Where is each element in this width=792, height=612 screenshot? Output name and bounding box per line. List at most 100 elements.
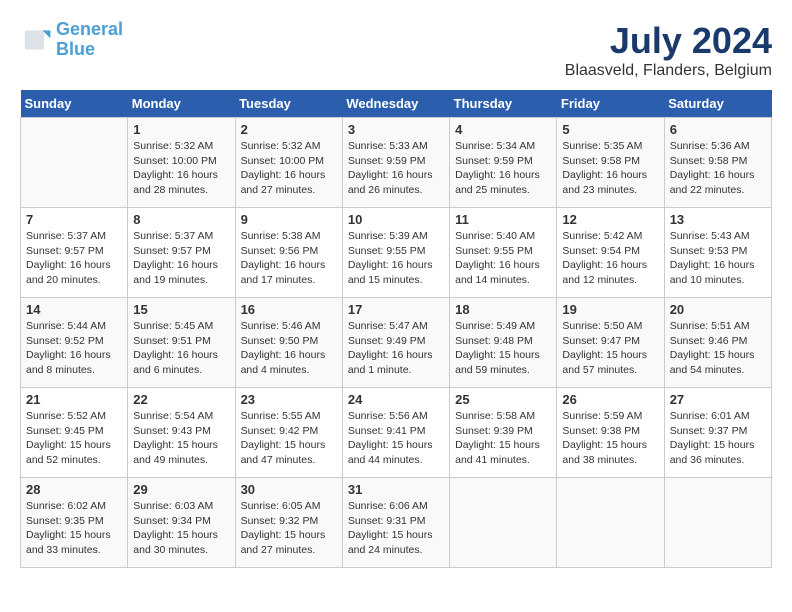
day-number: 18 — [455, 302, 551, 317]
day-info: Sunrise: 5:43 AM Sunset: 9:53 PM Dayligh… — [670, 229, 766, 288]
column-header-tuesday: Tuesday — [235, 90, 342, 118]
calendar-cell: 1 Sunrise: 5:32 AM Sunset: 10:00 PM Dayli… — [128, 118, 235, 208]
calendar-cell: 25 Sunrise: 5:58 AM Sunset: 9:39 PM Dayli… — [450, 388, 557, 478]
calendar-cell — [450, 478, 557, 568]
day-info: Sunrise: 5:45 AM Sunset: 9:51 PM Dayligh… — [133, 319, 229, 378]
calendar-cell: 13 Sunrise: 5:43 AM Sunset: 9:53 PM Dayli… — [664, 208, 771, 298]
day-number: 4 — [455, 122, 551, 137]
day-info: Sunrise: 5:59 AM Sunset: 9:38 PM Dayligh… — [562, 409, 658, 468]
column-header-thursday: Thursday — [450, 90, 557, 118]
location: Blaasveld, Flanders, Belgium — [565, 62, 772, 80]
calendar-cell: 28 Sunrise: 6:02 AM Sunset: 9:35 PM Dayli… — [21, 478, 128, 568]
header: General Blue July 2024 Blaasveld, Flande… — [20, 20, 772, 80]
day-number: 5 — [562, 122, 658, 137]
day-info: Sunrise: 6:01 AM Sunset: 9:37 PM Dayligh… — [670, 409, 766, 468]
day-number: 2 — [241, 122, 337, 137]
calendar-cell: 16Sunrise: 5:46 AM Sunset: 9:50 PM Dayli… — [235, 298, 342, 388]
calendar-week-1: 1 Sunrise: 5:32 AM Sunset: 10:00 PM Dayli… — [21, 118, 772, 208]
day-info: Sunrise: 5:56 AM Sunset: 9:41 PM Dayligh… — [348, 409, 444, 468]
day-info: Sunrise: 5:37 AM Sunset: 9:57 PM Dayligh… — [26, 229, 122, 288]
calendar-cell: 22Sunrise: 5:54 AM Sunset: 9:43 PM Dayli… — [128, 388, 235, 478]
day-info: Sunrise: 5:39 AM Sunset: 9:55 PM Dayligh… — [348, 229, 444, 288]
day-number: 12 — [562, 212, 658, 227]
month-year: July 2024 — [565, 20, 772, 62]
day-info: Sunrise: 5:32 AM Sunset: 10:00 PM Daylig… — [241, 139, 337, 198]
calendar-table: SundayMondayTuesdayWednesdayThursdayFrid… — [20, 90, 772, 568]
calendar-cell: 9Sunrise: 5:38 AM Sunset: 9:56 PM Daylig… — [235, 208, 342, 298]
day-number: 28 — [26, 482, 122, 497]
day-info: Sunrise: 5:46 AM Sunset: 9:50 PM Dayligh… — [241, 319, 337, 378]
day-number: 8 — [133, 212, 229, 227]
calendar-cell: 29 Sunrise: 6:03 AM Sunset: 9:34 PM Dayli… — [128, 478, 235, 568]
day-info: Sunrise: 5:55 AM Sunset: 9:42 PM Dayligh… — [241, 409, 337, 468]
day-number: 27 — [670, 392, 766, 407]
calendar-cell: 6Sunrise: 5:36 AM Sunset: 9:58 PM Daylig… — [664, 118, 771, 208]
calendar-cell: 31Sunrise: 6:06 AM Sunset: 9:31 PM Dayli… — [342, 478, 449, 568]
column-header-sunday: Sunday — [21, 90, 128, 118]
day-info: Sunrise: 6:03 AM Sunset: 9:34 PM Dayligh… — [133, 499, 229, 558]
day-number: 1 — [133, 122, 229, 137]
calendar-cell: 4 Sunrise: 5:34 AM Sunset: 9:59 PM Daylig… — [450, 118, 557, 208]
calendar-cell — [664, 478, 771, 568]
day-info: Sunrise: 5:40 AM Sunset: 9:55 PM Dayligh… — [455, 229, 551, 288]
logo-blue: Blue — [56, 39, 95, 59]
day-number: 7 — [26, 212, 122, 227]
calendar-cell: 26 Sunrise: 5:59 AM Sunset: 9:38 PM Dayli… — [557, 388, 664, 478]
calendar-week-4: 21 Sunrise: 5:52 AM Sunset: 9:45 PM Dayli… — [21, 388, 772, 478]
day-info: Sunrise: 5:34 AM Sunset: 9:59 PM Dayligh… — [455, 139, 551, 198]
calendar-cell: 7 Sunrise: 5:37 AM Sunset: 9:57 PM Daylig… — [21, 208, 128, 298]
calendar-cell: 17Sunrise: 5:47 AM Sunset: 9:49 PM Dayli… — [342, 298, 449, 388]
logo-general: General — [56, 19, 123, 39]
day-number: 3 — [348, 122, 444, 137]
calendar-cell: 23Sunrise: 5:55 AM Sunset: 9:42 PM Dayli… — [235, 388, 342, 478]
day-number: 25 — [455, 392, 551, 407]
day-info: Sunrise: 5:52 AM Sunset: 9:45 PM Dayligh… — [26, 409, 122, 468]
calendar-week-3: 14 Sunrise: 5:44 AM Sunset: 9:52 PM Dayli… — [21, 298, 772, 388]
calendar-week-2: 7 Sunrise: 5:37 AM Sunset: 9:57 PM Daylig… — [21, 208, 772, 298]
day-info: Sunrise: 5:49 AM Sunset: 9:48 PM Dayligh… — [455, 319, 551, 378]
calendar-cell — [21, 118, 128, 208]
day-info: Sunrise: 5:58 AM Sunset: 9:39 PM Dayligh… — [455, 409, 551, 468]
day-info: Sunrise: 5:50 AM Sunset: 9:47 PM Dayligh… — [562, 319, 658, 378]
calendar-cell: 8 Sunrise: 5:37 AM Sunset: 9:57 PM Daylig… — [128, 208, 235, 298]
day-info: Sunrise: 6:05 AM Sunset: 9:32 PM Dayligh… — [241, 499, 337, 558]
day-info: Sunrise: 5:33 AM Sunset: 9:59 PM Dayligh… — [348, 139, 444, 198]
day-info: Sunrise: 6:02 AM Sunset: 9:35 PM Dayligh… — [26, 499, 122, 558]
column-header-friday: Friday — [557, 90, 664, 118]
calendar-cell: 30Sunrise: 6:05 AM Sunset: 9:32 PM Dayli… — [235, 478, 342, 568]
calendar-cell: 11 Sunrise: 5:40 AM Sunset: 9:55 PM Dayli… — [450, 208, 557, 298]
calendar-cell: 10 Sunrise: 5:39 AM Sunset: 9:55 PM Dayli… — [342, 208, 449, 298]
column-header-wednesday: Wednesday — [342, 90, 449, 118]
column-header-monday: Monday — [128, 90, 235, 118]
logo-text: General Blue — [56, 20, 123, 60]
day-info: Sunrise: 5:37 AM Sunset: 9:57 PM Dayligh… — [133, 229, 229, 288]
logo-icon — [20, 24, 52, 56]
day-info: Sunrise: 5:51 AM Sunset: 9:46 PM Dayligh… — [670, 319, 766, 378]
day-number: 15 — [133, 302, 229, 317]
calendar-cell: 5 Sunrise: 5:35 AM Sunset: 9:58 PM Daylig… — [557, 118, 664, 208]
calendar-cell: 14 Sunrise: 5:44 AM Sunset: 9:52 PM Dayli… — [21, 298, 128, 388]
day-number: 13 — [670, 212, 766, 227]
title-area: July 2024 Blaasveld, Flanders, Belgium — [565, 20, 772, 80]
day-info: Sunrise: 5:32 AM Sunset: 10:00 PM Daylig… — [133, 139, 229, 198]
day-number: 19 — [562, 302, 658, 317]
day-number: 14 — [26, 302, 122, 317]
day-info: Sunrise: 5:44 AM Sunset: 9:52 PM Dayligh… — [26, 319, 122, 378]
calendar-cell: 3 Sunrise: 5:33 AM Sunset: 9:59 PM Daylig… — [342, 118, 449, 208]
calendar-cell — [557, 478, 664, 568]
calendar-cell: 24Sunrise: 5:56 AM Sunset: 9:41 PM Dayli… — [342, 388, 449, 478]
day-number: 6 — [670, 122, 766, 137]
day-number: 29 — [133, 482, 229, 497]
day-number: 21 — [26, 392, 122, 407]
calendar-week-5: 28 Sunrise: 6:02 AM Sunset: 9:35 PM Dayli… — [21, 478, 772, 568]
day-number: 11 — [455, 212, 551, 227]
calendar-cell: 19 Sunrise: 5:50 AM Sunset: 9:47 PM Dayli… — [557, 298, 664, 388]
day-number: 31 — [348, 482, 444, 497]
day-number: 9 — [241, 212, 337, 227]
day-number: 10 — [348, 212, 444, 227]
calendar-cell: 12Sunrise: 5:42 AM Sunset: 9:54 PM Dayli… — [557, 208, 664, 298]
day-number: 26 — [562, 392, 658, 407]
day-number: 20 — [670, 302, 766, 317]
day-info: Sunrise: 5:35 AM Sunset: 9:58 PM Dayligh… — [562, 139, 658, 198]
day-number: 17 — [348, 302, 444, 317]
